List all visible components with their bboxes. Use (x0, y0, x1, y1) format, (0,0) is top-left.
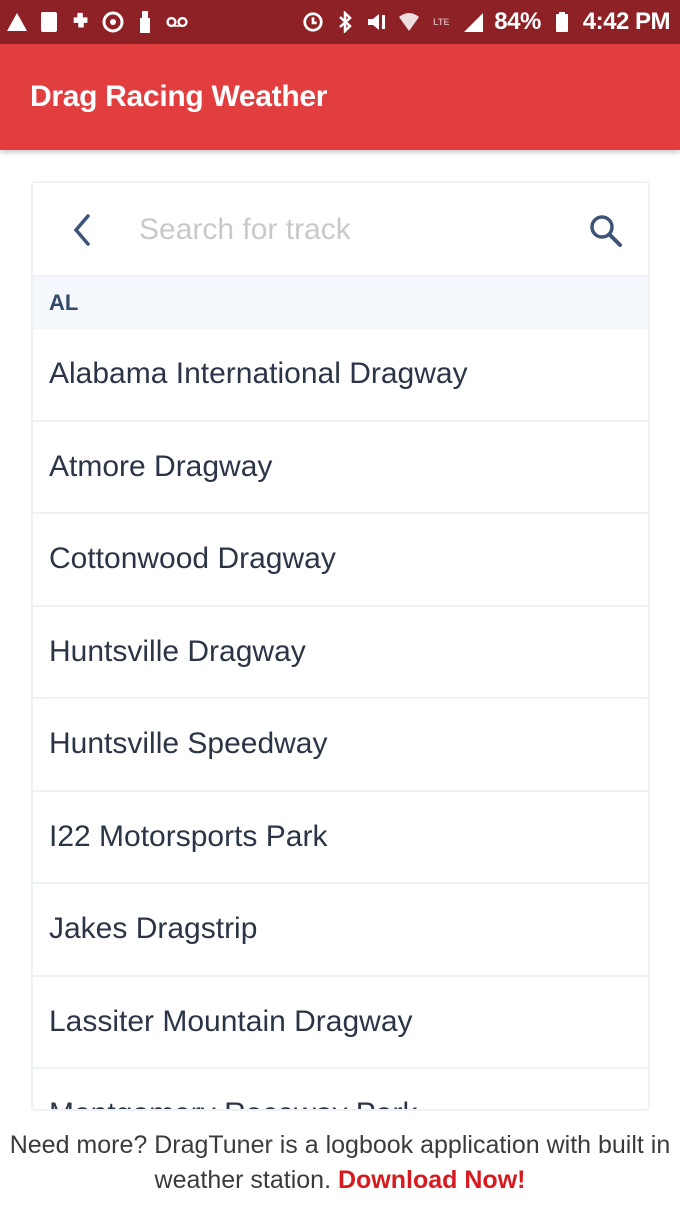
list-item[interactable]: I22 Motorsports Park (33, 792, 648, 884)
list-item[interactable]: Lassiter Mountain Dragway (33, 977, 648, 1069)
list-item[interactable]: Huntsville Speedway (33, 699, 648, 792)
list-item[interactable]: Montgomery Raceway Park (33, 1069, 648, 1109)
wifi-icon (398, 11, 420, 33)
battery-icon (551, 11, 573, 33)
document-icon (38, 11, 60, 33)
list-item[interactable]: Jakes Dragstrip (33, 884, 648, 977)
search-icon (590, 215, 622, 247)
sync-icon (302, 11, 324, 33)
section-header-al: AL (33, 277, 648, 329)
app-title: Drag Racing Weather (30, 80, 328, 113)
chevron-left-icon (73, 214, 90, 246)
search-button[interactable] (584, 209, 628, 253)
back-button[interactable] (57, 205, 107, 255)
bluetooth-icon (334, 11, 356, 33)
promo-footer: Need more? DragTuner is a logbook applic… (0, 1128, 680, 1198)
search-input[interactable] (139, 207, 559, 253)
search-bar (33, 183, 648, 277)
status-bar: LTE 84% 4:42 PM (0, 0, 680, 44)
download-now-link[interactable]: Download Now! (338, 1166, 525, 1194)
track-search-card: AL Alabama International Dragway Atmore … (31, 181, 650, 1111)
target-icon (102, 11, 124, 33)
warning-icon (6, 11, 28, 33)
list-item[interactable]: Atmore Dragway (33, 422, 648, 514)
usb-icon (134, 11, 156, 33)
status-left-icons (6, 11, 188, 33)
status-right-icons: LTE 84% 4:42 PM (302, 8, 671, 36)
battery-percent: 84% (494, 8, 541, 35)
puzzle-icon (70, 11, 92, 33)
clock: 4:42 PM (582, 8, 671, 35)
list-item[interactable]: Cottonwood Dragway (33, 514, 648, 607)
lte-icon: LTE (433, 17, 450, 27)
list-item[interactable]: Huntsville Dragway (33, 607, 648, 699)
voicemail-icon (166, 11, 188, 33)
list-item[interactable]: Alabama International Dragway (33, 329, 648, 422)
signal-icon (462, 11, 484, 33)
mute-icon (366, 11, 388, 33)
app-bar: Drag Racing Weather (0, 44, 680, 150)
track-list: Alabama International Dragway Atmore Dra… (33, 329, 648, 1109)
